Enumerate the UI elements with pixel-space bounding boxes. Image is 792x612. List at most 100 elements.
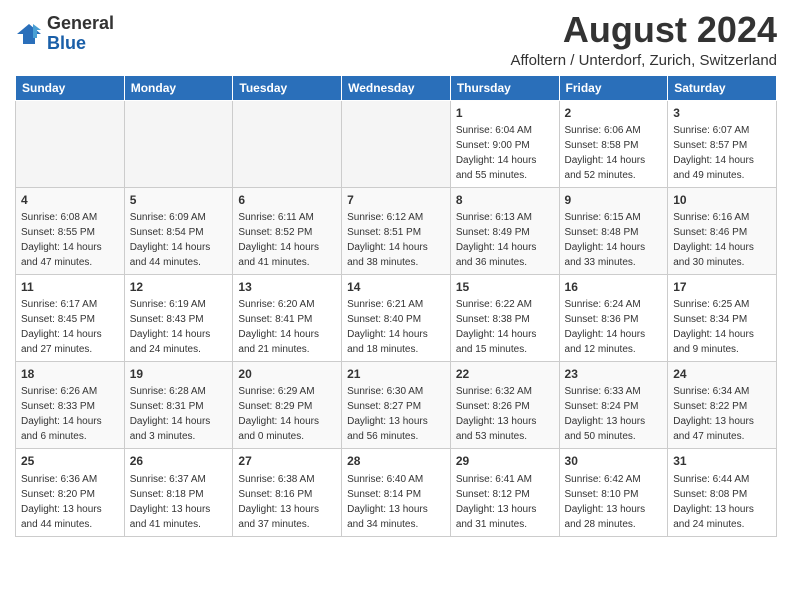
- day-info: Sunrise: 6:04 AM Sunset: 9:00 PM Dayligh…: [456, 125, 537, 181]
- table-row: 1 Sunrise: 6:04 AM Sunset: 9:00 PM Daylig…: [450, 100, 559, 187]
- table-row: 25Sunrise: 6:36 AM Sunset: 8:20 PM Dayli…: [16, 449, 125, 536]
- header-tuesday: Tuesday: [233, 75, 342, 100]
- day-info: Sunrise: 6:42 AM Sunset: 8:10 PM Dayligh…: [565, 474, 646, 530]
- day-info: Sunrise: 6:41 AM Sunset: 8:12 PM Dayligh…: [456, 474, 537, 530]
- header-monday: Monday: [124, 75, 233, 100]
- header: General Blue August 2024 Affoltern / Unt…: [15, 10, 777, 69]
- day-number: 7: [347, 192, 445, 208]
- day-info: Sunrise: 6:24 AM Sunset: 8:36 PM Dayligh…: [565, 299, 646, 355]
- day-info: Sunrise: 6:11 AM Sunset: 8:52 PM Dayligh…: [238, 212, 319, 268]
- month-title: August 2024: [511, 10, 778, 50]
- day-number: 18: [21, 366, 119, 382]
- day-info: Sunrise: 6:26 AM Sunset: 8:33 PM Dayligh…: [21, 386, 102, 442]
- day-number: 10: [673, 192, 771, 208]
- table-row: 15 Sunrise: 6:22 AM Sunset: 8:38 PM Dayli…: [450, 274, 559, 361]
- table-row: 29 Sunrise: 6:41 AM Sunset: 8:12 PM Dayli…: [450, 449, 559, 536]
- table-row: 19Sunrise: 6:28 AM Sunset: 8:31 PM Dayli…: [124, 362, 233, 449]
- table-row: 10 Sunrise: 6:16 AM Sunset: 8:46 PM Dayli…: [668, 187, 777, 274]
- day-number: 8: [456, 192, 554, 208]
- day-info: Sunrise: 6:29 AM Sunset: 8:29 PM Dayligh…: [238, 386, 319, 442]
- table-row: 9 Sunrise: 6:15 AM Sunset: 8:48 PM Daylig…: [559, 187, 668, 274]
- day-info: Sunrise: 6:33 AM Sunset: 8:24 PM Dayligh…: [565, 386, 646, 442]
- day-number: 13: [238, 279, 336, 295]
- day-info: Sunrise: 6:37 AM Sunset: 8:18 PM Dayligh…: [130, 474, 211, 530]
- day-info: Sunrise: 6:17 AM Sunset: 8:45 PM Dayligh…: [21, 299, 102, 355]
- calendar-table: Sunday Monday Tuesday Wednesday Thursday…: [15, 75, 777, 537]
- table-row: 3Sunrise: 6:07 AM Sunset: 8:57 PM Daylig…: [668, 100, 777, 187]
- day-info: Sunrise: 6:32 AM Sunset: 8:26 PM Dayligh…: [456, 386, 537, 442]
- header-friday: Friday: [559, 75, 668, 100]
- day-info: Sunrise: 6:09 AM Sunset: 8:54 PM Dayligh…: [130, 212, 211, 268]
- day-info: Sunrise: 6:16 AM Sunset: 8:46 PM Dayligh…: [673, 212, 754, 268]
- calendar-week-4: 18 Sunrise: 6:26 AM Sunset: 8:33 PM Dayli…: [16, 362, 777, 449]
- day-info: Sunrise: 6:25 AM Sunset: 8:34 PM Dayligh…: [673, 299, 754, 355]
- day-number: 9: [565, 192, 663, 208]
- header-wednesday: Wednesday: [342, 75, 451, 100]
- location-title: Affoltern / Unterdorf, Zurich, Switzerla…: [511, 52, 778, 69]
- day-info: Sunrise: 6:21 AM Sunset: 8:40 PM Dayligh…: [347, 299, 428, 355]
- table-row: 28 Sunrise: 6:40 AM Sunset: 8:14 PM Dayli…: [342, 449, 451, 536]
- logo-icon: [15, 20, 43, 48]
- day-number: 6: [238, 192, 336, 208]
- calendar-week-5: 25Sunrise: 6:36 AM Sunset: 8:20 PM Dayli…: [16, 449, 777, 536]
- day-number: 19: [130, 366, 228, 382]
- day-number: 5: [130, 192, 228, 208]
- logo-general-text: General: [47, 14, 114, 34]
- header-thursday: Thursday: [450, 75, 559, 100]
- header-saturday: Saturday: [668, 75, 777, 100]
- day-number: 14: [347, 279, 445, 295]
- table-row: 21Sunrise: 6:30 AM Sunset: 8:27 PM Dayli…: [342, 362, 451, 449]
- day-number: 20: [238, 366, 336, 382]
- table-row: 8 Sunrise: 6:13 AM Sunset: 8:49 PM Daylig…: [450, 187, 559, 274]
- logo: General Blue: [15, 14, 114, 54]
- day-number: 26: [130, 453, 228, 469]
- table-row: 20 Sunrise: 6:29 AM Sunset: 8:29 PM Dayli…: [233, 362, 342, 449]
- table-row: 23 Sunrise: 6:33 AM Sunset: 8:24 PM Dayli…: [559, 362, 668, 449]
- table-row: 5 Sunrise: 6:09 AM Sunset: 8:54 PM Daylig…: [124, 187, 233, 274]
- day-number: 29: [456, 453, 554, 469]
- table-row: [233, 100, 342, 187]
- day-info: Sunrise: 6:22 AM Sunset: 8:38 PM Dayligh…: [456, 299, 537, 355]
- logo-blue-text: Blue: [47, 34, 114, 54]
- day-number: 15: [456, 279, 554, 295]
- calendar-header-row: Sunday Monday Tuesday Wednesday Thursday…: [16, 75, 777, 100]
- title-area: August 2024 Affoltern / Unterdorf, Zuric…: [511, 10, 778, 69]
- day-info: Sunrise: 6:06 AM Sunset: 8:58 PM Dayligh…: [565, 125, 646, 181]
- calendar-week-2: 4Sunrise: 6:08 AM Sunset: 8:55 PM Daylig…: [16, 187, 777, 274]
- day-info: Sunrise: 6:07 AM Sunset: 8:57 PM Dayligh…: [673, 125, 754, 181]
- day-number: 22: [456, 366, 554, 382]
- table-row: 14 Sunrise: 6:21 AM Sunset: 8:40 PM Dayli…: [342, 274, 451, 361]
- day-info: Sunrise: 6:15 AM Sunset: 8:48 PM Dayligh…: [565, 212, 646, 268]
- day-info: Sunrise: 6:38 AM Sunset: 8:16 PM Dayligh…: [238, 474, 319, 530]
- table-row: 31Sunrise: 6:44 AM Sunset: 8:08 PM Dayli…: [668, 449, 777, 536]
- day-number: 11: [21, 279, 119, 295]
- day-info: Sunrise: 6:13 AM Sunset: 8:49 PM Dayligh…: [456, 212, 537, 268]
- logo-text: General Blue: [47, 14, 114, 54]
- day-number: 16: [565, 279, 663, 295]
- day-info: Sunrise: 6:36 AM Sunset: 8:20 PM Dayligh…: [21, 474, 102, 530]
- table-row: 22 Sunrise: 6:32 AM Sunset: 8:26 PM Dayli…: [450, 362, 559, 449]
- day-info: Sunrise: 6:40 AM Sunset: 8:14 PM Dayligh…: [347, 474, 428, 530]
- table-row: 30Sunrise: 6:42 AM Sunset: 8:10 PM Dayli…: [559, 449, 668, 536]
- day-info: Sunrise: 6:30 AM Sunset: 8:27 PM Dayligh…: [347, 386, 428, 442]
- day-number: 4: [21, 192, 119, 208]
- day-number: 23: [565, 366, 663, 382]
- day-number: 27: [238, 453, 336, 469]
- table-row: 27 Sunrise: 6:38 AM Sunset: 8:16 PM Dayli…: [233, 449, 342, 536]
- calendar-week-1: 1 Sunrise: 6:04 AM Sunset: 9:00 PM Daylig…: [16, 100, 777, 187]
- day-info: Sunrise: 6:34 AM Sunset: 8:22 PM Dayligh…: [673, 386, 754, 442]
- day-info: Sunrise: 6:20 AM Sunset: 8:41 PM Dayligh…: [238, 299, 319, 355]
- table-row: 7 Sunrise: 6:12 AM Sunset: 8:51 PM Daylig…: [342, 187, 451, 274]
- day-number: 28: [347, 453, 445, 469]
- table-row: 11 Sunrise: 6:17 AM Sunset: 8:45 PM Dayli…: [16, 274, 125, 361]
- day-info: Sunrise: 6:12 AM Sunset: 8:51 PM Dayligh…: [347, 212, 428, 268]
- table-row: 26 Sunrise: 6:37 AM Sunset: 8:18 PM Dayli…: [124, 449, 233, 536]
- page-container: General Blue August 2024 Affoltern / Unt…: [0, 0, 792, 545]
- table-row: [342, 100, 451, 187]
- table-row: 12 Sunrise: 6:19 AM Sunset: 8:43 PM Dayli…: [124, 274, 233, 361]
- day-number: 12: [130, 279, 228, 295]
- day-number: 1: [456, 105, 554, 121]
- day-info: Sunrise: 6:19 AM Sunset: 8:43 PM Dayligh…: [130, 299, 211, 355]
- table-row: [16, 100, 125, 187]
- day-info: Sunrise: 6:44 AM Sunset: 8:08 PM Dayligh…: [673, 474, 754, 530]
